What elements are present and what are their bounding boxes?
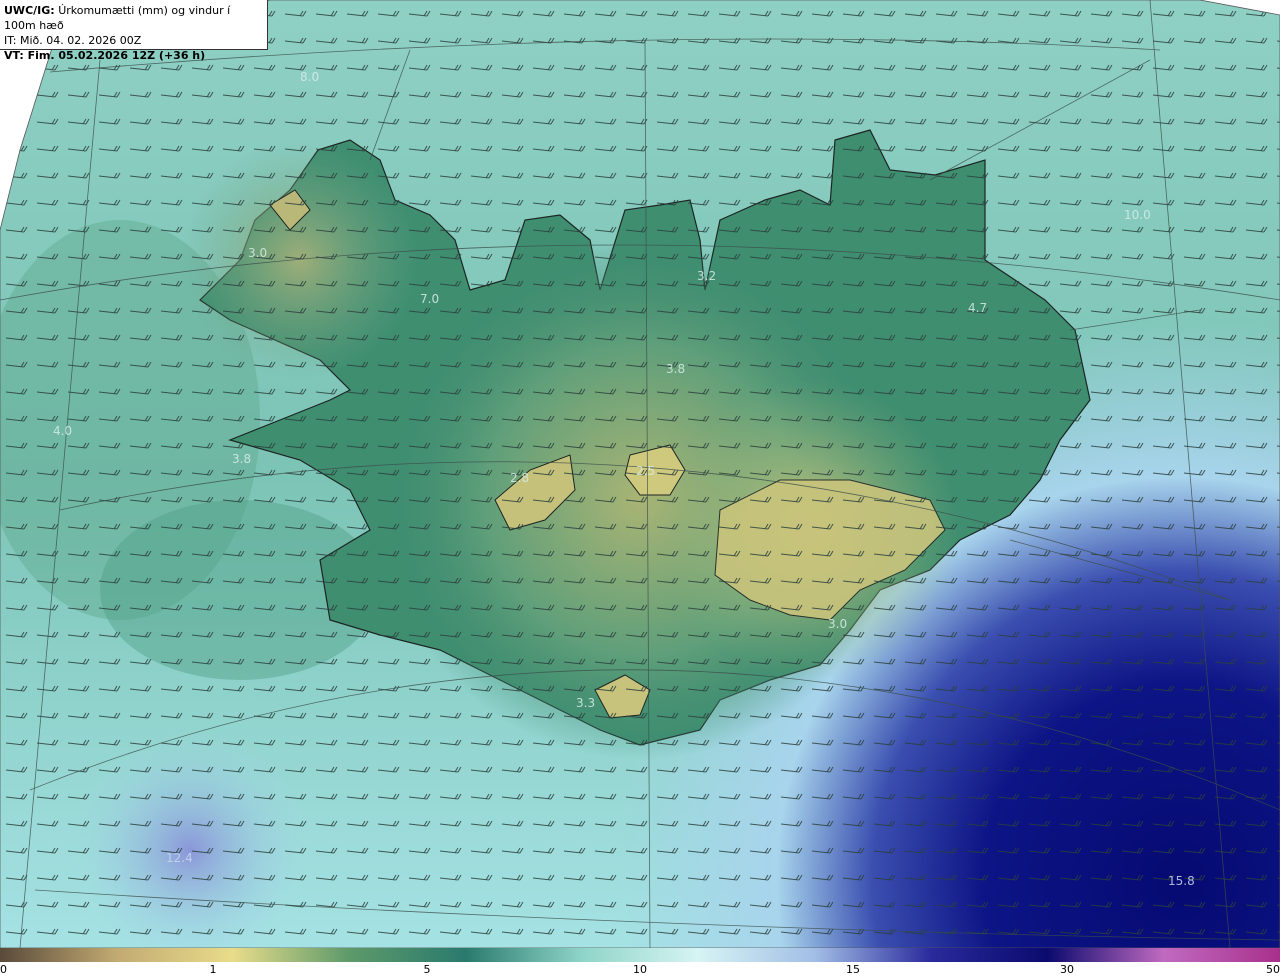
info-box: UWC/IG: Úrkomumætti (mm) og vindur í 100… xyxy=(0,0,268,62)
model-domain: 8.0 3.0 7.0 4.0 3.8 2.8 2.5 3.8 3.2 4.7 … xyxy=(0,0,1280,948)
issue-time: IT: Mið. 04. 02. 2026 00Z xyxy=(4,34,142,47)
colorbar-tick-1: 1 xyxy=(209,963,217,976)
value-label-vatnajokull-south: 3.0 xyxy=(828,617,847,631)
value-label-westfjords-coast: 7.0 xyxy=(420,292,439,306)
value-label-myrdalsjokull: 3.3 xyxy=(576,696,595,710)
colorbar-tick-10: 10 xyxy=(633,963,647,976)
colorbar-ticks: 0 1 5 10 15 30 50 xyxy=(0,962,1280,978)
value-label-northwest-sea: 8.0 xyxy=(300,70,319,84)
model-name: UWC/IG: xyxy=(4,4,55,17)
colorbar-tick-30: 30 xyxy=(1060,963,1074,976)
colorbar-tick-0: 0 xyxy=(0,963,7,976)
colorbar-tick-15: 15 xyxy=(846,963,860,976)
value-label-north: 3.8 xyxy=(666,362,685,376)
valid-time: VT: Fim. 05.02.2026 12Z (+36 h) xyxy=(4,49,206,62)
title-line: UWC/IG: Úrkomumætti (mm) og vindur í 100… xyxy=(4,3,263,33)
value-label-southwest-sea: 12.4 xyxy=(166,851,193,865)
value-label-west-sea: 4.0 xyxy=(53,424,72,438)
colorbar-tick-5: 5 xyxy=(423,963,431,976)
colorbar xyxy=(0,948,1280,962)
value-label-trollaskagi: 3.2 xyxy=(697,269,716,283)
value-label-southeast-sea: 15.8 xyxy=(1168,874,1195,888)
value-label-snaefellsnes: 3.8 xyxy=(232,452,251,466)
value-label-langjokull: 2.8 xyxy=(510,471,529,485)
colorbar-tick-50: 50 xyxy=(1266,963,1280,976)
precipitation-map: 8.0 3.0 7.0 4.0 3.8 2.8 2.5 3.8 3.2 4.7 … xyxy=(0,0,1280,948)
value-label-east: 4.7 xyxy=(968,301,987,315)
value-label-northeast-sea: 10.0 xyxy=(1124,208,1151,222)
value-label-hofsjokull: 2.5 xyxy=(636,464,655,478)
value-label-westfjords: 3.0 xyxy=(248,246,267,260)
